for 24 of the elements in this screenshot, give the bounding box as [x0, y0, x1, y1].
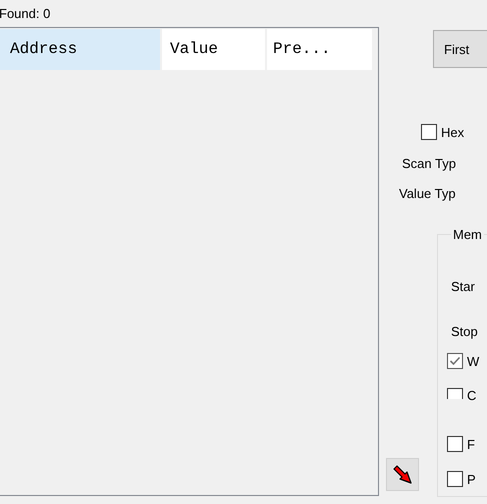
arrow-button[interactable] — [386, 458, 419, 491]
stop-label: Stop — [451, 324, 479, 340]
checkbox-label: C — [467, 388, 476, 403]
checkbox-label: W — [467, 354, 480, 368]
column-header[interactable]: Value — [162, 29, 265, 70]
first-scan-button[interactable]: First — [433, 30, 487, 68]
column-header[interactable]: Pre... — [267, 29, 372, 70]
found-count-label: Found: 0 — [0, 5, 52, 22]
scan-type-label: Scan Typ — [402, 156, 457, 172]
start-label: Star — [451, 279, 476, 295]
checkbox-label: P — [467, 472, 476, 486]
check-icon — [448, 354, 462, 368]
checkbox-label: F — [467, 436, 475, 452]
checkbox[interactable] — [447, 388, 463, 399]
group-title: Mem — [452, 227, 483, 242]
checkbox[interactable] — [447, 471, 463, 487]
checkbox-label: Hex — [441, 124, 464, 140]
results-list[interactable]: Address Value Pre... — [0, 27, 379, 496]
checkbox[interactable] — [447, 436, 463, 452]
column-header[interactable]: Address — [0, 29, 160, 70]
checkbox[interactable] — [421, 124, 437, 140]
checkbox[interactable] — [447, 353, 463, 369]
arrow-icon — [392, 464, 412, 484]
value-type-label: Value Typ — [399, 186, 457, 202]
